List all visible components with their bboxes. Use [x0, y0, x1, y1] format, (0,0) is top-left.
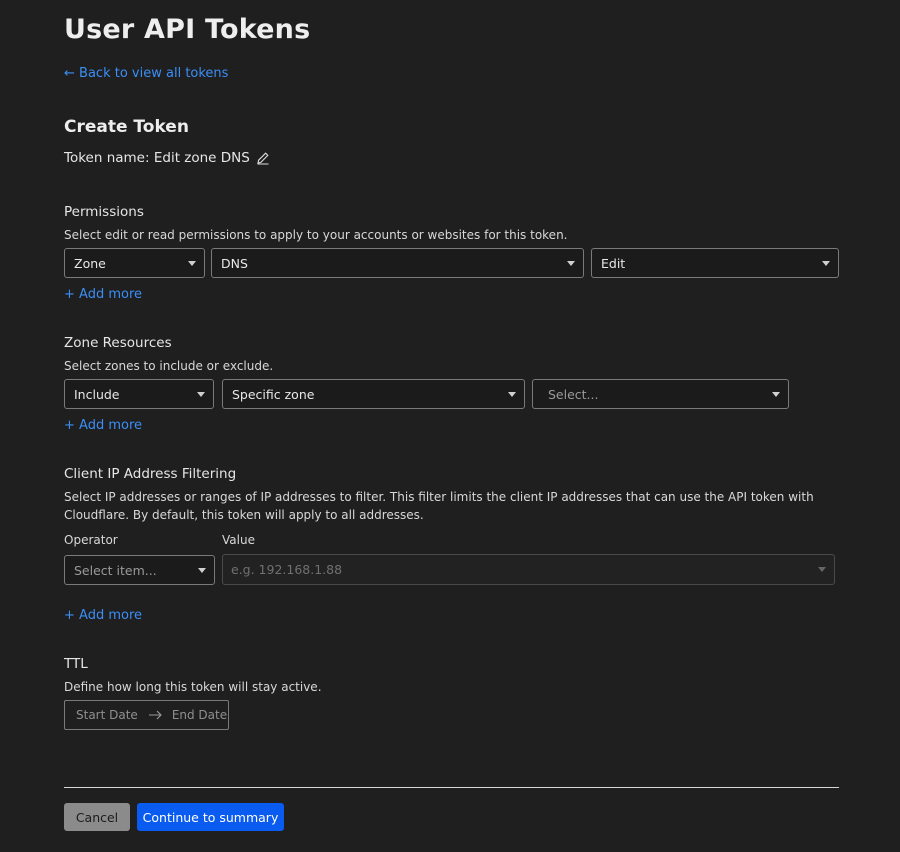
permissions-title: Permissions — [64, 204, 144, 220]
caret-down-icon — [197, 392, 205, 397]
ip-filtering-description: Select IP addresses or ranges of IP addr… — [64, 490, 814, 522]
plus-icon: + — [64, 287, 75, 302]
ttl-description: Define how long this token will stay act… — [64, 680, 322, 694]
select-value: Zone — [74, 255, 106, 271]
cancel-button[interactable]: Cancel — [64, 803, 130, 831]
add-more-label: Add more — [79, 608, 143, 623]
token-name-row: Token name: Edit zone DNS — [64, 150, 270, 166]
ip-value-input[interactable]: e.g. 192.168.1.88 — [222, 554, 835, 585]
permission-resource-select[interactable]: Zone — [64, 248, 205, 278]
zone-resources-title: Zone Resources — [64, 335, 172, 351]
permission-level-select[interactable]: Edit — [591, 248, 839, 278]
ttl-title: TTL — [64, 656, 88, 672]
back-to-tokens-link[interactable]: ← Back to view all tokens — [64, 66, 228, 81]
select-value: Edit — [601, 255, 626, 271]
caret-down-icon — [567, 261, 575, 266]
input-placeholder: e.g. 192.168.1.88 — [231, 562, 343, 577]
plus-icon: + — [64, 608, 75, 623]
create-token-heading: Create Token — [64, 117, 189, 137]
caret-down-icon — [822, 261, 830, 266]
permissions-add-more[interactable]: + Add more — [64, 287, 142, 302]
permissions-description: Select edit or read permissions to apply… — [64, 228, 568, 242]
pencil-icon[interactable] — [256, 151, 270, 165]
ttl-date-range[interactable]: Start Date End Date — [64, 700, 229, 730]
operator-select[interactable]: Select item... — [64, 555, 215, 585]
zone-select[interactable]: Select... — [532, 379, 789, 409]
caret-down-icon — [818, 567, 826, 572]
permission-group-select[interactable]: DNS — [211, 248, 584, 278]
plus-icon: + — [64, 418, 75, 433]
operator-label: Operator — [64, 533, 118, 547]
arrow-right-icon — [148, 710, 163, 720]
zone-scope-select[interactable]: Specific zone — [222, 379, 525, 409]
value-label: Value — [222, 533, 255, 547]
caret-down-icon — [198, 568, 206, 573]
token-name-text: Token name: Edit zone DNS — [64, 150, 250, 166]
select-placeholder: Select... — [548, 386, 599, 402]
back-link-label: Back to view all tokens — [79, 66, 229, 81]
page-title: User API Tokens — [64, 14, 311, 45]
arrow-left-icon: ← — [64, 66, 75, 81]
select-value: Include — [74, 386, 120, 402]
ip-filtering-add-more[interactable]: + Add more — [64, 608, 142, 623]
select-placeholder: Select item... — [74, 562, 157, 578]
end-date-input[interactable]: End Date — [172, 708, 227, 722]
add-more-label: Add more — [79, 418, 143, 433]
caret-down-icon — [508, 392, 516, 397]
caret-down-icon — [188, 261, 196, 266]
zone-include-select[interactable]: Include — [64, 379, 214, 409]
select-value: Specific zone — [232, 386, 315, 402]
start-date-input[interactable]: Start Date — [76, 708, 138, 722]
continue-to-summary-button[interactable]: Continue to summary — [137, 803, 284, 831]
ip-filtering-title: Client IP Address Filtering — [64, 466, 237, 482]
footer-divider — [64, 787, 839, 788]
select-value: DNS — [221, 255, 248, 271]
zone-resources-description: Select zones to include or exclude. — [64, 359, 274, 373]
add-more-label: Add more — [79, 287, 143, 302]
zone-resources-add-more[interactable]: + Add more — [64, 418, 142, 433]
caret-down-icon — [772, 392, 780, 397]
